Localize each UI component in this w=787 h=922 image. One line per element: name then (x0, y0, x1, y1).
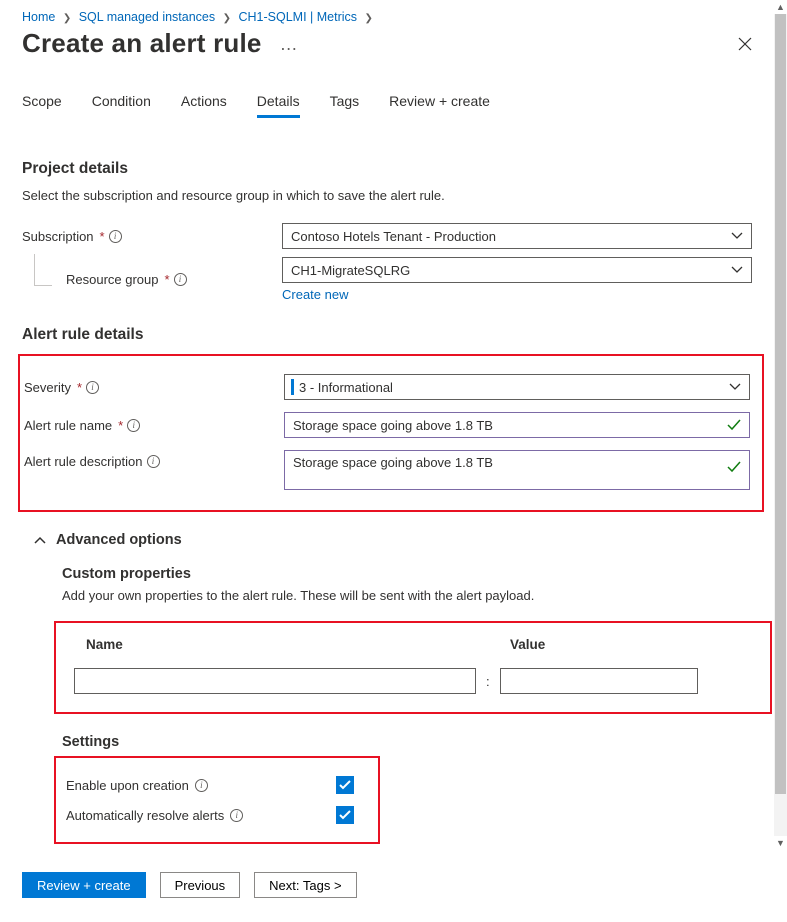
tab-scope[interactable]: Scope (22, 93, 62, 118)
chevron-right-icon: ❯ (63, 13, 71, 24)
tab-condition[interactable]: Condition (92, 93, 151, 118)
tab-actions[interactable]: Actions (181, 93, 227, 118)
resource-group-value: CH1-MigrateSQLRG (291, 263, 410, 278)
custom-properties-helper: Add your own properties to the alert rul… (62, 588, 752, 603)
required-indicator: * (118, 418, 123, 433)
tab-tags[interactable]: Tags (330, 93, 360, 118)
enable-on-creation-checkbox[interactable] (336, 776, 354, 794)
chevron-down-icon (729, 383, 741, 391)
project-helper-text: Select the subscription and resource gro… (22, 188, 752, 203)
custom-properties-heading: Custom properties (62, 566, 752, 582)
create-new-link[interactable]: Create new (282, 287, 348, 302)
property-name-input[interactable] (74, 668, 476, 694)
subscription-label: Subscription (22, 229, 94, 244)
auto-resolve-label: Automatically resolve alerts (66, 808, 224, 823)
resource-group-select[interactable]: CH1-MigrateSQLRG (282, 257, 752, 283)
checkmark-icon (727, 461, 741, 473)
alert-rule-details-heading: Alert rule details (22, 326, 752, 344)
scrollbar-thumb[interactable] (775, 14, 786, 794)
advanced-options-toggle[interactable]: Advanced options (34, 532, 752, 548)
chevron-right-icon: ❯ (365, 13, 373, 24)
severity-label: Severity (24, 380, 71, 395)
info-icon[interactable]: i (86, 381, 99, 394)
previous-button[interactable]: Previous (160, 872, 241, 898)
severity-value: 3 - Informational (299, 380, 393, 395)
breadcrumb-home[interactable]: Home (22, 10, 55, 24)
checkmark-icon (339, 780, 351, 790)
tab-bar: Scope Condition Actions Details Tags Rev… (22, 93, 752, 118)
scroll-up-arrow-icon[interactable]: ▲ (774, 0, 787, 14)
info-icon[interactable]: i (174, 273, 187, 286)
required-indicator: * (77, 380, 82, 395)
tree-branch-icon (34, 254, 52, 286)
breadcrumb-sql-instances[interactable]: SQL managed instances (79, 10, 215, 24)
alert-name-value: Storage space going above 1.8 TB (293, 418, 493, 433)
advanced-options-label: Advanced options (56, 532, 182, 548)
more-options-icon[interactable]: … (280, 35, 299, 53)
checkmark-icon (727, 419, 741, 431)
chevron-up-icon (34, 536, 46, 544)
checkmark-icon (339, 810, 351, 820)
kv-name-header: Name (74, 637, 474, 652)
project-details-heading: Project details (22, 160, 752, 178)
info-icon[interactable]: i (230, 809, 243, 822)
footer-bar: Review + create Previous Next: Tags > (0, 850, 787, 922)
alert-description-label: Alert rule description (24, 454, 143, 469)
alert-name-label: Alert rule name (24, 418, 112, 433)
kv-separator: : (486, 674, 490, 689)
next-button[interactable]: Next: Tags > (254, 872, 356, 898)
breadcrumb: Home ❯ SQL managed instances ❯ CH1-SQLMI… (22, 6, 752, 26)
subscription-value: Contoso Hotels Tenant - Production (291, 229, 496, 244)
resource-group-label: Resource group (66, 272, 159, 287)
callout-settings: Enable upon creation i Automatically res… (54, 756, 380, 844)
info-icon[interactable]: i (127, 419, 140, 432)
required-indicator: * (165, 272, 170, 287)
close-icon (738, 37, 752, 51)
property-value-input[interactable] (500, 668, 698, 694)
alert-description-input[interactable]: Storage space going above 1.8 TB (284, 450, 750, 490)
subscription-select[interactable]: Contoso Hotels Tenant - Production (282, 223, 752, 249)
info-icon[interactable]: i (109, 230, 122, 243)
page-title: Create an alert rule (22, 28, 262, 59)
callout-rule-details: Severity * i 3 - Informational Alert rul… (18, 354, 764, 512)
kv-value-header: Value (474, 637, 545, 652)
auto-resolve-checkbox[interactable] (336, 806, 354, 824)
vertical-scrollbar[interactable]: ▲ ▼ (774, 0, 787, 850)
info-icon[interactable]: i (147, 455, 160, 468)
scroll-down-arrow-icon[interactable]: ▼ (774, 836, 787, 850)
tab-review-create[interactable]: Review + create (389, 93, 490, 118)
chevron-down-icon (731, 232, 743, 240)
alert-description-value: Storage space going above 1.8 TB (293, 455, 493, 470)
breadcrumb-metrics[interactable]: CH1-SQLMI | Metrics (239, 10, 358, 24)
enable-on-creation-label: Enable upon creation (66, 778, 189, 793)
review-create-button[interactable]: Review + create (22, 872, 146, 898)
selection-indicator (291, 379, 294, 395)
tab-details[interactable]: Details (257, 93, 300, 118)
severity-select[interactable]: 3 - Informational (284, 374, 750, 400)
info-icon[interactable]: i (195, 779, 208, 792)
chevron-right-icon: ❯ (223, 13, 231, 24)
alert-name-input[interactable]: Storage space going above 1.8 TB (284, 412, 750, 438)
chevron-down-icon (731, 266, 743, 274)
close-button[interactable] (738, 37, 752, 51)
required-indicator: * (100, 229, 105, 244)
settings-heading: Settings (62, 734, 752, 750)
callout-custom-properties: Name Value : (54, 621, 772, 714)
